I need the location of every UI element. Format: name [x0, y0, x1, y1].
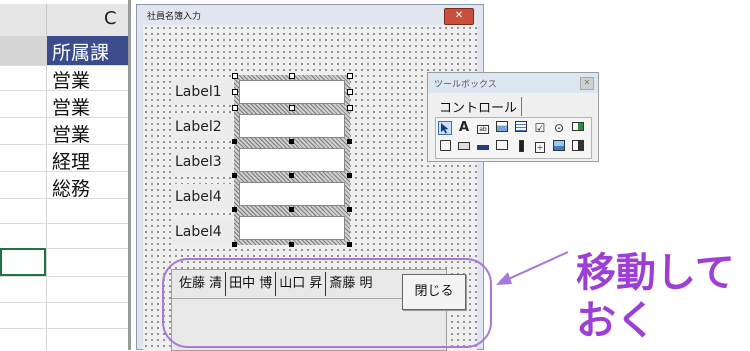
annotation-line-2: おく [576, 298, 656, 344]
